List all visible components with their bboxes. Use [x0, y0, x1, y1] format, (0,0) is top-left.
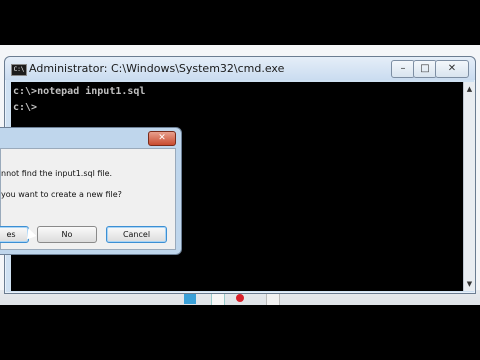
no-button[interactable]: No — [37, 226, 97, 243]
letterbox-bottom — [0, 305, 480, 360]
scroll-down-icon[interactable]: ▼ — [465, 279, 474, 289]
minimize-button[interactable]: – — [391, 60, 415, 78]
cmd-system-icon[interactable]: C:\ — [11, 64, 27, 76]
dialog-close-button[interactable]: ✕ — [148, 131, 176, 146]
cancel-button[interactable]: Cancel — [106, 226, 167, 243]
letterbox-top — [0, 0, 480, 45]
taskbar-app-icon[interactable] — [236, 294, 244, 302]
taskbar-app-icon[interactable] — [211, 292, 225, 306]
scroll-up-icon[interactable]: ▲ — [465, 84, 474, 94]
dialog-message-line: you want to create a new file? — [1, 190, 122, 199]
vertical-scrollbar[interactable]: ▲ ▼ — [463, 82, 475, 291]
maximize-button[interactable]: □ — [413, 60, 437, 78]
cmd-titlebar[interactable]: C:\ Administrator: C:\Windows\System32\c… — [5, 57, 475, 80]
dialog-message-line: nnot find the input1.sql file. — [1, 169, 113, 178]
close-button[interactable]: ✕ — [435, 60, 469, 78]
dialog-titlebar[interactable]: ✕ — [0, 128, 181, 146]
console-prompt: c:\> — [13, 102, 38, 113]
console-line: c:\>notepad input1.sql — [13, 86, 146, 97]
cmd-window-title: Administrator: C:\Windows\System32\cmd.e… — [29, 62, 285, 75]
taskbar-app-icon[interactable] — [266, 292, 280, 306]
